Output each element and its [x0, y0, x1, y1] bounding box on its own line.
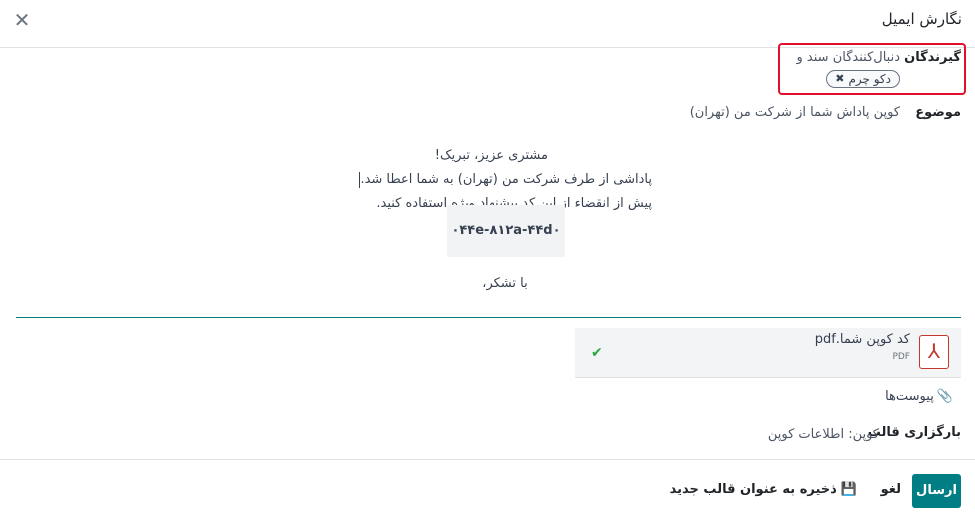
pdf-icon: ⅄ [919, 335, 949, 369]
attachment-type: PDF [892, 352, 910, 362]
body-line-1: پاداشی از طرف شرکت من (تهران) به شما اعط… [359, 171, 652, 188]
dialog-header: نگارش ایمیل ✕ [0, 0, 975, 48]
subject-input[interactable]: کوپن پاداش شما از شرکت من (تهران) [690, 105, 900, 120]
footer-divider [0, 459, 975, 460]
attachment-name: کد کوپن شما.pdf [814, 332, 910, 347]
recipients-label: گیرندگان [904, 50, 961, 65]
save-template-button[interactable]: 💾 ذخیره به عنوان قالب جدید [670, 482, 857, 497]
body-thanks: با تشکر، [482, 276, 528, 291]
recipient-tag[interactable]: دکو چرم ✖ [826, 70, 900, 88]
recipient-tag-label: دکو چرم [848, 72, 891, 86]
attachments-label: پیوست‌ها [885, 389, 934, 404]
template-label: بارگزاری قالب [867, 425, 961, 440]
attachment-card[interactable]: ⅄ کد کوپن شما.pdf PDF ✔ [575, 328, 961, 378]
save-template-label: ذخیره به عنوان قالب جدید [669, 482, 837, 497]
editor-underline [16, 317, 961, 318]
check-icon: ✔ [591, 345, 603, 361]
paperclip-icon: 📎 [936, 389, 953, 404]
body-greeting: مشتری عزیز، تبریک! [434, 148, 548, 163]
attachments-button[interactable]: 📎 پیوست‌ها [885, 389, 953, 404]
cancel-button[interactable]: لغو [881, 482, 901, 497]
floppy-disk-icon: 💾 [840, 482, 857, 497]
recipients-text[interactable]: دنبال‌کنندگان سند و [797, 50, 900, 65]
dialog-title: نگارش ایمیل [881, 10, 962, 28]
close-icon[interactable]: ✕ [12, 10, 32, 30]
subject-label: موضوع [915, 105, 961, 120]
coupon-code: ۰۴۴e-۸۱۲a-۴۴d۰ [447, 205, 565, 257]
send-button[interactable]: ارسال [912, 474, 961, 508]
x-icon[interactable]: ✖ [835, 71, 844, 87]
template-select[interactable]: کوپن: اطلاعات کوپن [768, 427, 879, 442]
